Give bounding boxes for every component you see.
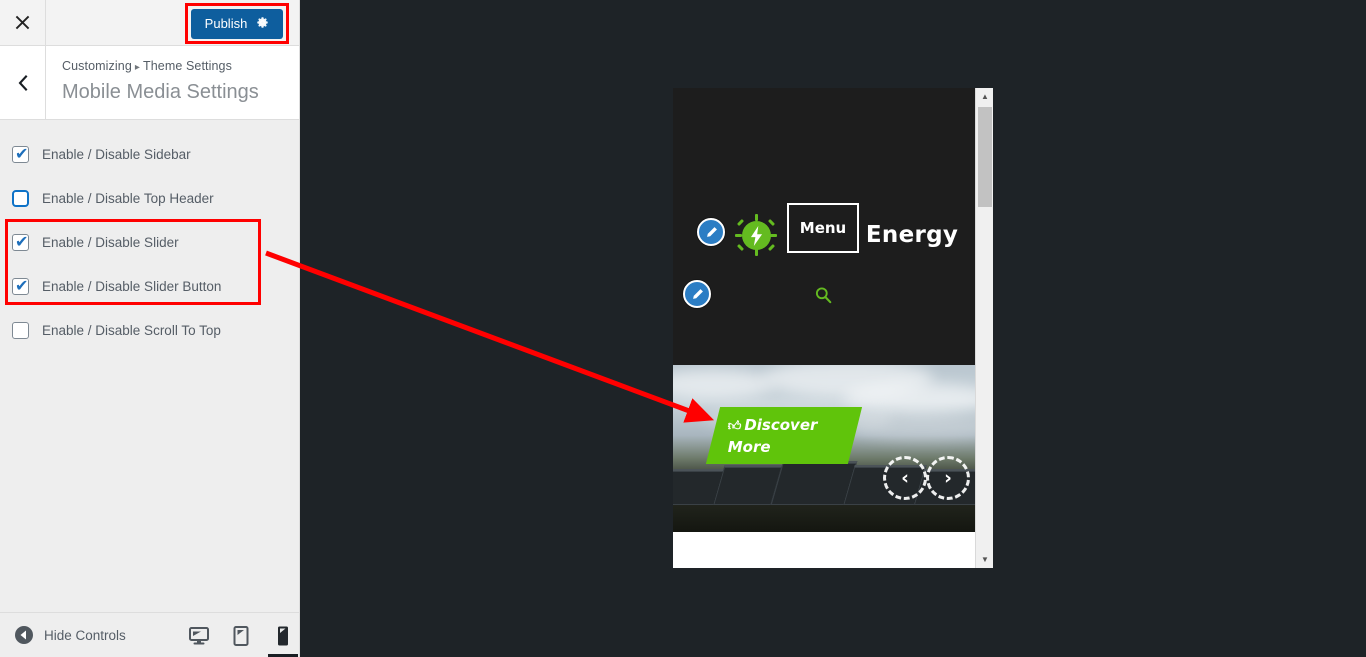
breadcrumb: Customizing ▸ Theme Settings [62,58,259,76]
sun-bolt-logo-icon [735,214,777,256]
edit-search-pin[interactable] [683,280,711,308]
slider-next-button[interactable]: › [926,456,970,500]
scrollbar-thumb[interactable] [978,107,992,207]
customizer-title-bar: Customizing ▸ Theme Settings Mobile Media … [0,46,299,120]
collapse-left-icon [15,626,33,644]
preview-pane: Solar Energy Menu 👍︎ Discover More ‹ › ▲… [300,0,1366,657]
edit-logo-pin[interactable] [697,218,725,246]
check-glyph: ✔ [15,143,29,163]
hide-controls-button[interactable]: Hide Controls [14,625,126,645]
checkbox-top-header[interactable] [12,189,29,207]
control-list: ✔ Enable / Disable Sidebar Enable / Disa… [0,121,299,612]
chevron-left-icon [18,74,27,91]
pencil-icon [692,288,703,299]
control-label: Enable / Disable Sidebar [42,146,191,162]
customizer-footer: Hide Controls [0,612,299,657]
check-glyph: ✔ [15,231,29,251]
chevron-right-icon: › [944,467,952,489]
checkbox-slider-button[interactable]: ✔ [12,275,29,295]
publish-button[interactable]: Publish [191,8,283,39]
page-title: Mobile Media Settings [62,80,259,103]
search-icon [815,287,832,304]
publish-button-label: Publish [204,16,248,31]
breadcrumb-separator: ▸ [134,62,140,73]
site-header: Solar Energy Menu [673,88,975,365]
control-label: Enable / Disable Top Header [42,190,214,206]
control-enable-disable-slider[interactable]: ✔ Enable / Disable Slider [12,232,179,252]
device-mobile-button[interactable] [262,613,304,657]
chevron-left-icon: ‹ [901,467,909,489]
mobile-icon [278,626,288,645]
slider-discover-more-button[interactable]: 👍︎ Discover More [705,407,863,464]
discover-line-1: 👍︎ Discover [727,416,818,434]
breadcrumb-parent: Theme Settings [143,59,232,73]
breadcrumb-root: Customizing [62,59,132,73]
hide-controls-label: Hide Controls [44,627,126,643]
control-enable-disable-top-header[interactable]: Enable / Disable Top Header [12,188,214,208]
mobile-preview-frame: Solar Energy Menu 👍︎ Discover More ‹ › ▲… [673,88,993,568]
control-enable-disable-slider-button[interactable]: ✔ Enable / Disable Slider Button [12,276,221,296]
site-search-button[interactable] [815,286,832,309]
device-desktop-button[interactable] [178,613,220,657]
slider-prev-button[interactable]: ‹ [883,456,927,500]
preview-scrollbar[interactable]: ▲ ▼ [975,88,993,568]
thumbs-up-icon: 👍︎ [727,419,742,434]
control-label: Enable / Disable Scroll To Top [42,322,221,338]
checkbox-slider[interactable]: ✔ [12,231,29,251]
back-button[interactable] [0,46,46,119]
publish-highlight-box: Publish [185,3,289,44]
desktop-icon [189,626,209,644]
site-preview-viewport: Solar Energy Menu 👍︎ Discover More ‹ › [673,88,975,568]
device-tablet-button[interactable] [220,613,262,657]
control-enable-disable-sidebar[interactable]: ✔ Enable / Disable Sidebar [12,144,191,164]
customizer-screen: Publish Customizing ▸ Theme Settings Mob… [0,0,1366,657]
mobile-menu-label: Menu [799,219,847,237]
site-content-area [673,532,975,568]
device-preview-switcher [178,613,304,657]
mobile-menu-button[interactable]: Menu [787,203,859,253]
panel-heading-group: Customizing ▸ Theme Settings Mobile Media … [62,58,259,107]
checkbox-scroll-to-top[interactable] [12,321,29,339]
control-label: Enable / Disable Slider [42,234,179,250]
close-customizer-button[interactable] [0,0,46,45]
close-icon [15,15,30,30]
scroll-up-arrow[interactable]: ▲ [976,88,993,105]
customizer-sidebar: Publish Customizing ▸ Theme Settings Mob… [0,0,300,657]
discover-line-2: More [727,438,771,456]
homepage-slider: 👍︎ Discover More ‹ › [673,365,975,532]
control-label: Enable / Disable Slider Button [42,278,222,294]
gear-icon[interactable] [256,16,269,31]
customizer-header: Publish [0,0,299,46]
pencil-icon [706,226,717,237]
checkbox-sidebar[interactable]: ✔ [12,143,29,163]
check-glyph: ✔ [15,275,29,295]
control-enable-disable-scroll-to-top[interactable]: Enable / Disable Scroll To Top [12,320,221,340]
scroll-down-arrow[interactable]: ▼ [976,551,993,568]
tablet-icon [233,625,249,646]
